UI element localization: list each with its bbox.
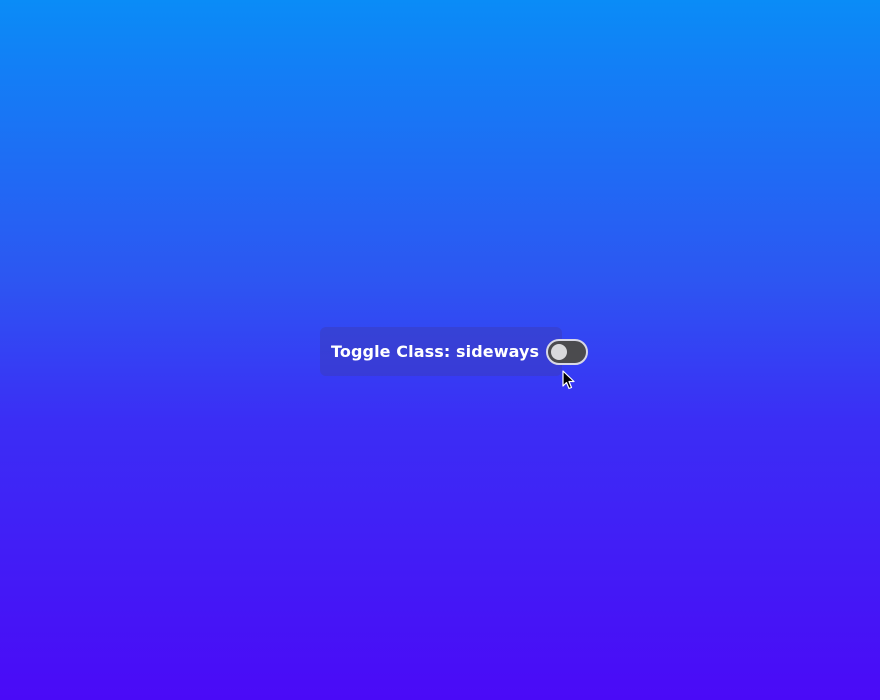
page-background: Toggle Class: sideways bbox=[0, 0, 880, 700]
mouse-pointer-icon bbox=[562, 370, 575, 390]
toggle-label: Toggle Class: sideways bbox=[331, 342, 540, 361]
switch-knob bbox=[551, 343, 568, 360]
sideways-toggle-switch[interactable] bbox=[546, 338, 589, 365]
toggle-class-control[interactable]: Toggle Class: sideways bbox=[320, 327, 589, 376]
